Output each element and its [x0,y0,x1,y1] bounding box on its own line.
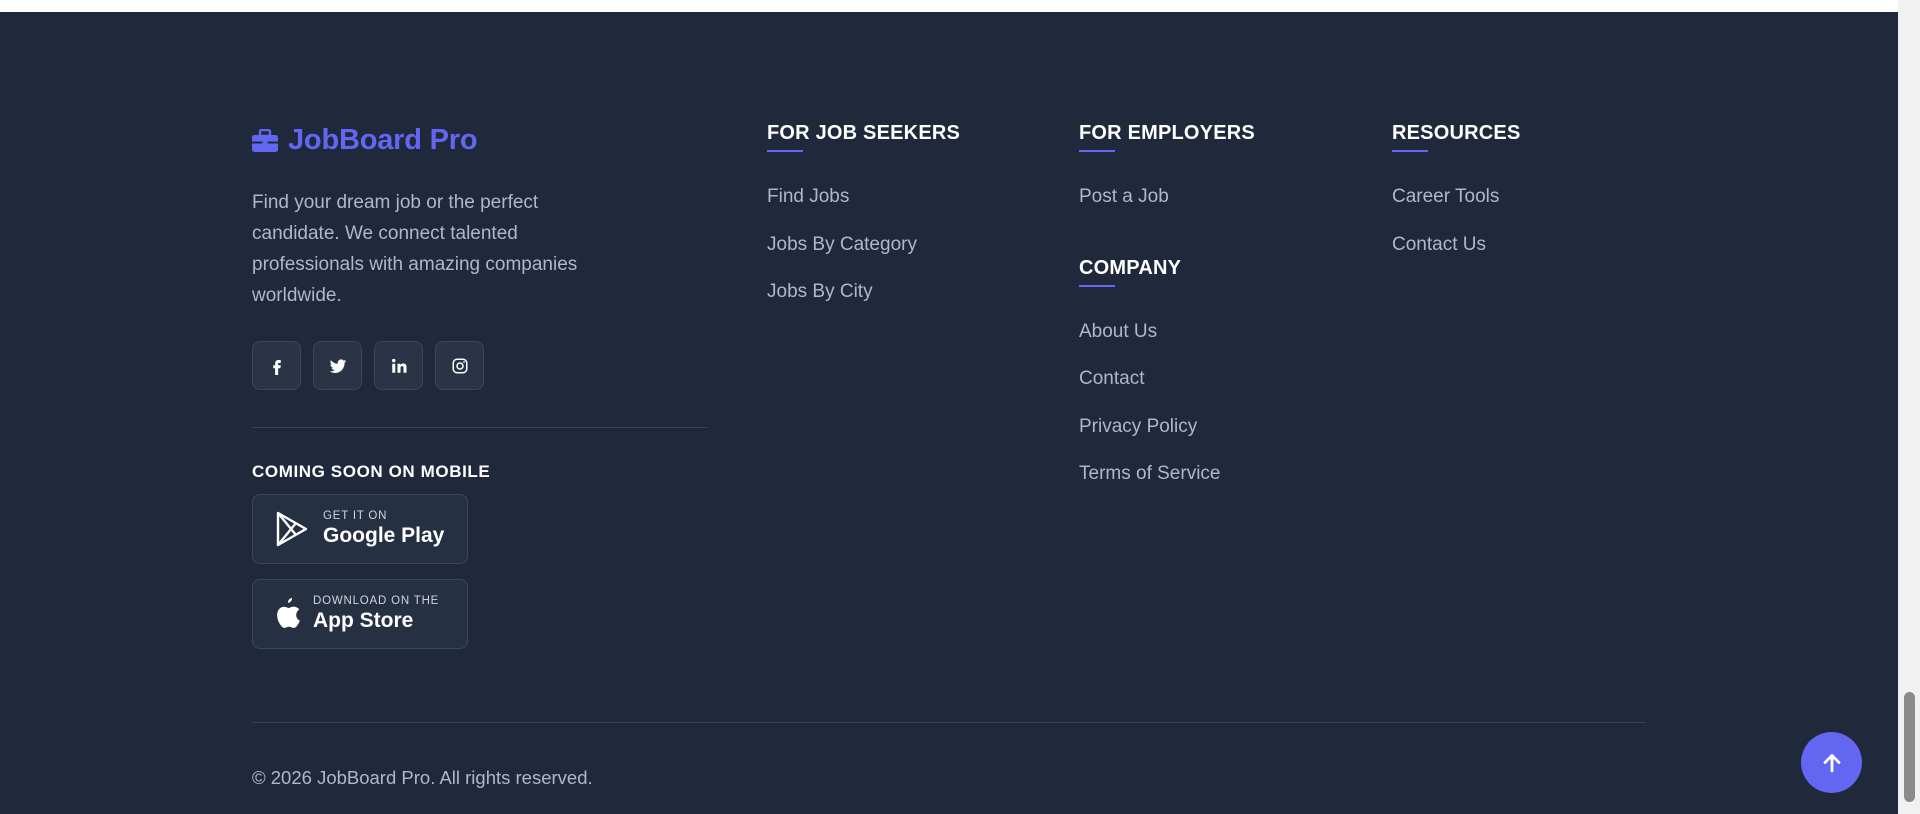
link-about-us[interactable]: About Us [1079,321,1157,343]
google-play-small-text: GET IT ON [323,510,388,522]
instagram-button[interactable] [435,341,484,390]
employers-underline [1079,150,1115,152]
link-contact[interactable]: Contact [1079,368,1144,390]
link-post-a-job[interactable]: Post a Job [1079,186,1169,208]
arrow-up-icon [1823,753,1840,772]
linkedin-button[interactable] [374,341,423,390]
resources-heading: RESOURCES [1392,122,1521,144]
scrollbar-thumb[interactable] [1904,692,1915,802]
google-play-button[interactable]: GET IT ON Google Play [252,494,468,564]
briefcase-icon [252,128,278,152]
instagram-icon [452,358,467,373]
brand-name: JobBoard Pro [288,124,478,156]
back-to-top-button[interactable] [1801,732,1862,793]
page-scrollbar[interactable] [1898,0,1920,814]
footer-divider [252,427,707,428]
employers-heading: FOR EMPLOYERS [1079,122,1255,144]
google-play-icon [276,511,308,547]
resources-underline [1392,150,1428,152]
copyright-text: © 2026 JobBoard Pro. All rights reserved… [252,767,593,788]
twitter-button[interactable] [313,341,362,390]
facebook-icon [272,359,281,375]
link-privacy-policy[interactable]: Privacy Policy [1079,416,1197,438]
company-heading: COMPANY [1079,257,1182,279]
link-jobs-by-category[interactable]: Jobs By Category [767,234,917,256]
footer-description: Find your dream job or the perfect candi… [252,192,578,306]
bottom-divider [252,722,1646,723]
google-play-big-text: Google Play [323,524,445,547]
link-jobs-by-city[interactable]: Jobs By City [767,281,873,303]
link-career-tools[interactable]: Career Tools [1392,186,1499,208]
social-links [252,341,484,390]
mobile-heading: COMING SOON ON MOBILE [252,462,491,481]
job-seekers-underline [767,150,803,152]
link-find-jobs[interactable]: Find Jobs [767,186,849,208]
app-store-button[interactable]: DOWNLOAD ON THE App Store [252,579,468,649]
google-play-label: GET IT ON Google Play [323,510,444,548]
company-underline [1079,285,1115,287]
link-terms-of-service[interactable]: Terms of Service [1079,463,1220,485]
apple-icon [277,598,300,628]
app-store-label: DOWNLOAD ON THE App Store [313,595,439,633]
twitter-icon [329,358,346,373]
brand-logo[interactable]: JobBoard Pro [252,124,478,157]
job-seekers-heading: FOR JOB SEEKERS [767,122,961,144]
link-contact-us[interactable]: Contact Us [1392,234,1486,256]
app-store-big-text: App Store [313,609,414,632]
app-store-small-text: DOWNLOAD ON THE [313,595,440,607]
site-footer: JobBoard Pro Find your dream job or the … [0,12,1898,814]
linkedin-icon [391,358,406,373]
facebook-button[interactable] [252,341,301,390]
